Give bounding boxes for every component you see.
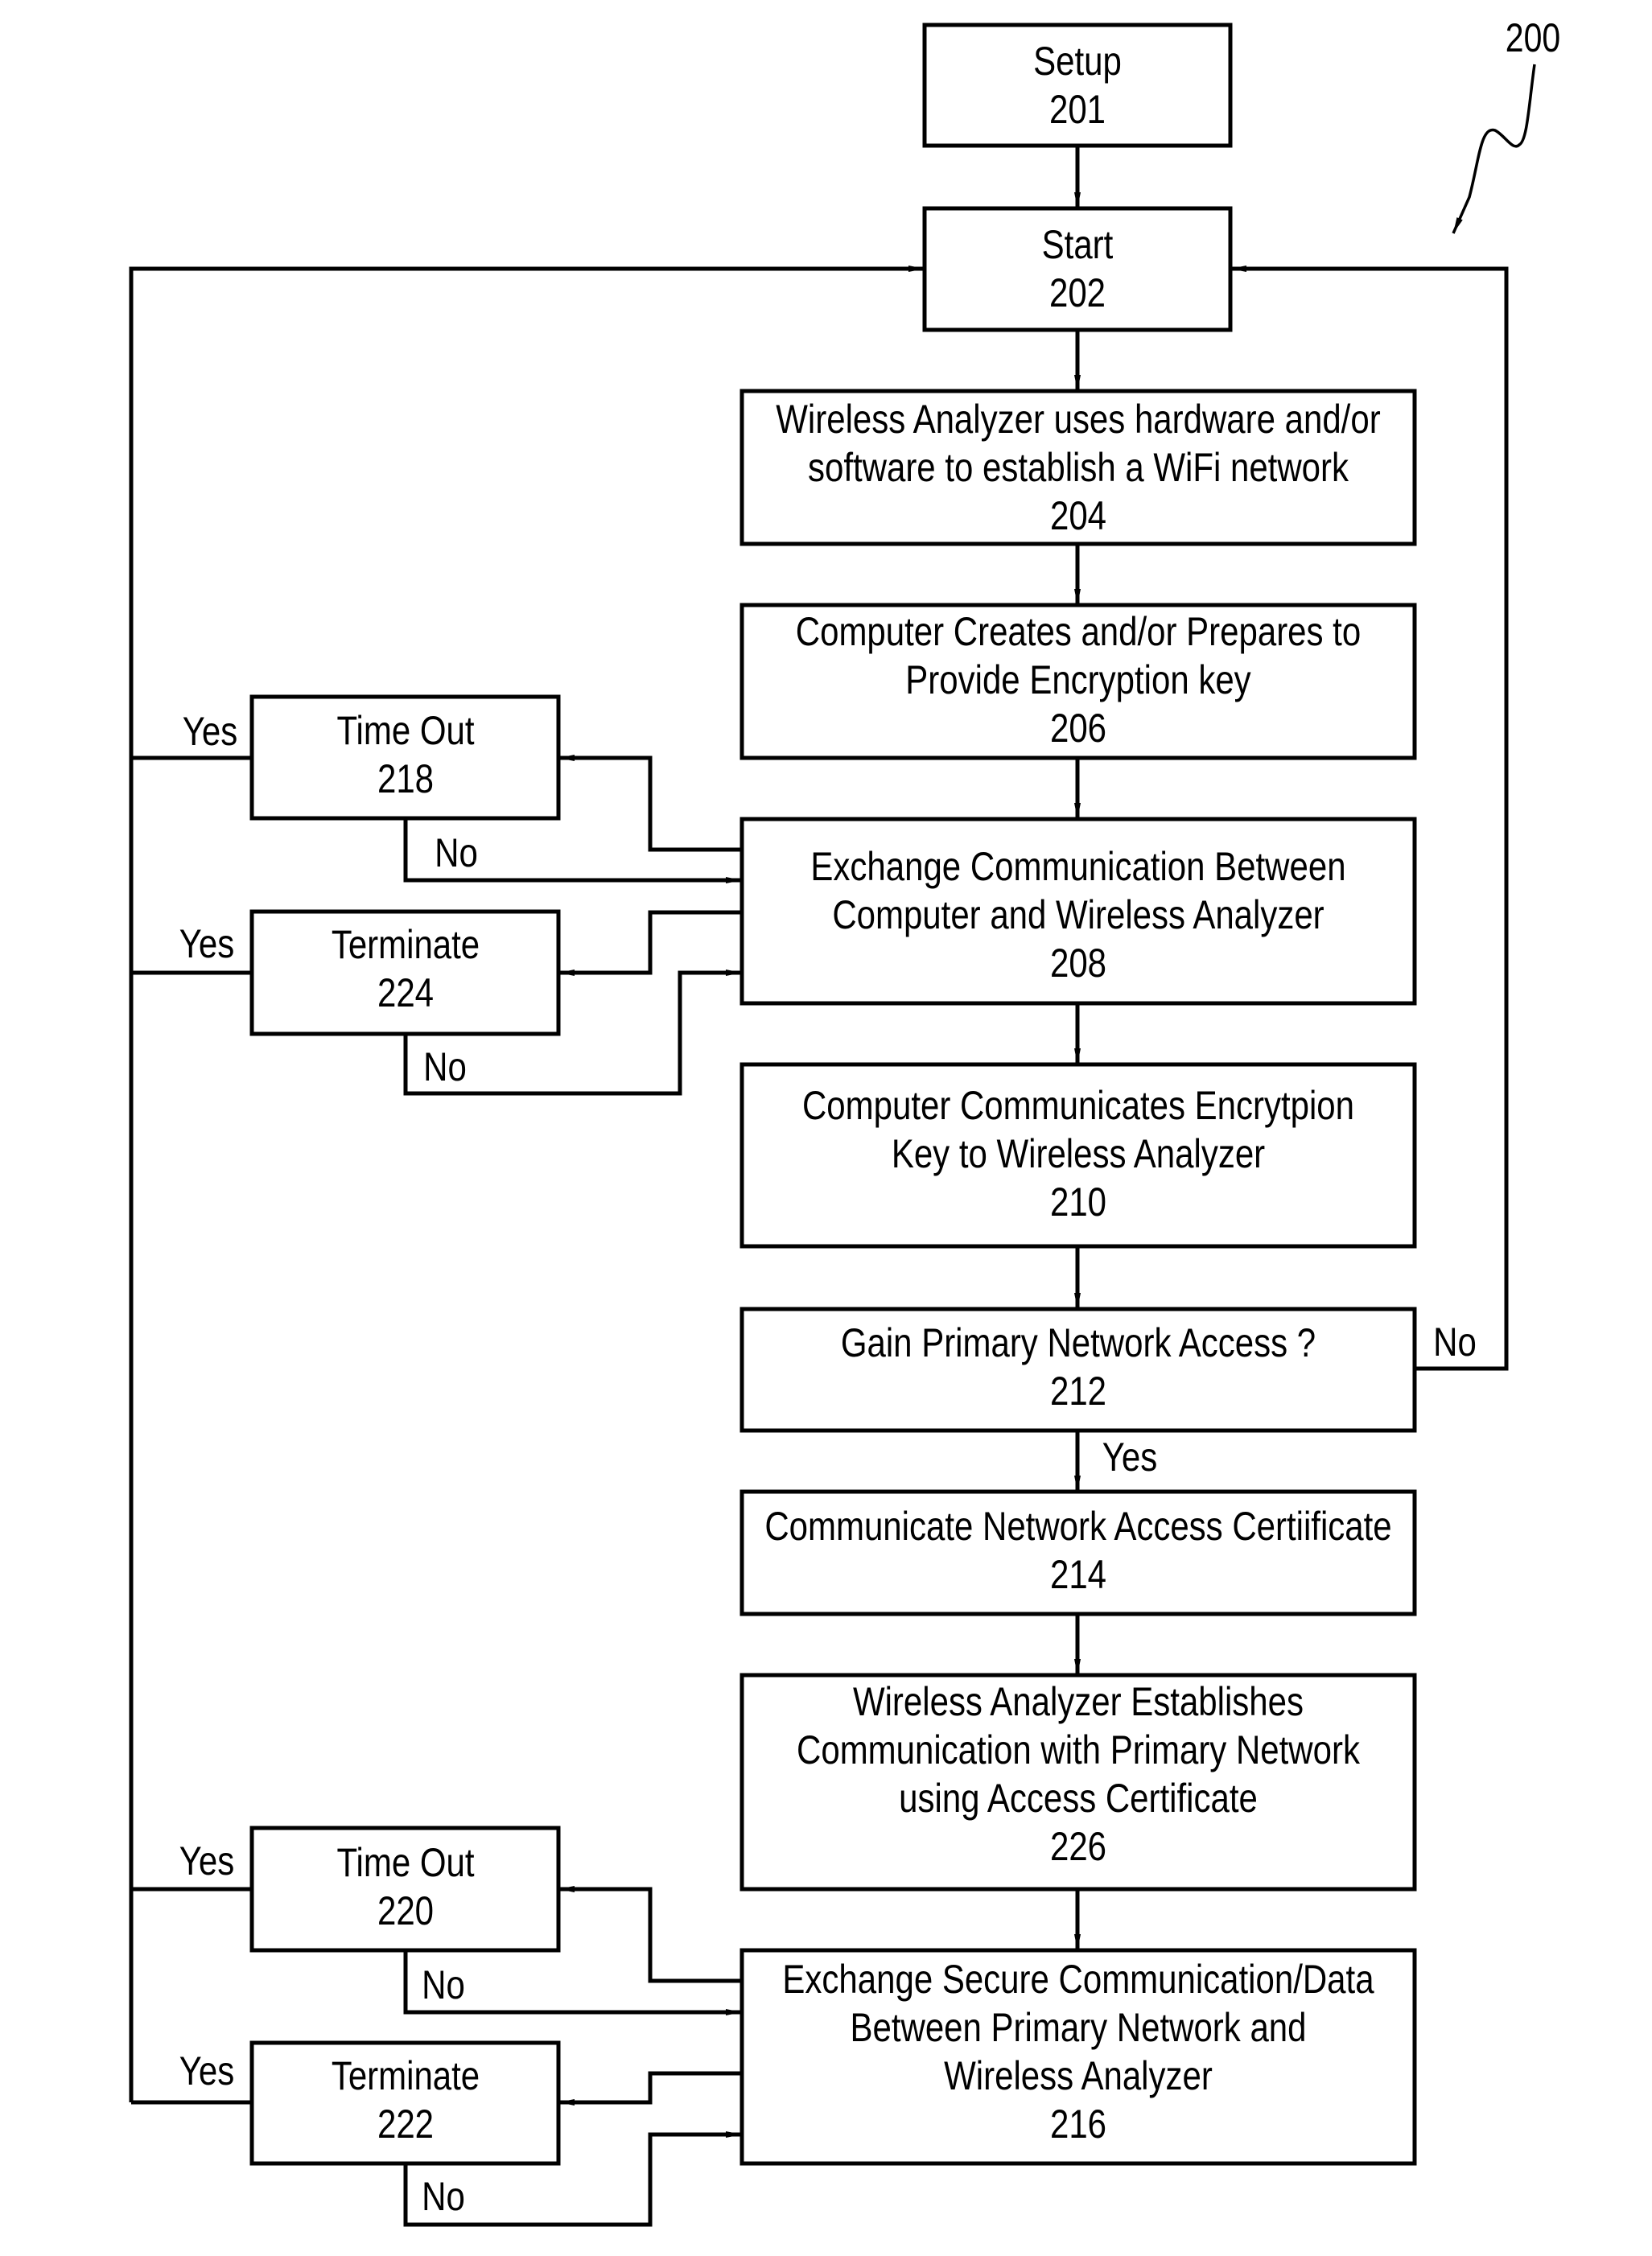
figure-reference-label: 200 [1506, 15, 1560, 60]
node-reference-number: 224 [377, 970, 434, 1015]
node-label-line: Provide Encryption key [905, 657, 1250, 702]
node-setup-201[interactable]: Setup201 [922, 23, 1233, 148]
arrow-216-to-222 [558, 2071, 742, 2106]
node-label-line: Setup [1033, 39, 1122, 84]
node-label-line: Time Out [336, 708, 474, 753]
node-time-out-220[interactable]: Time Out220 [249, 1826, 561, 1953]
node-label-line: Computer Creates and/or Prepares to [796, 609, 1361, 654]
node-exchange-secure-216[interactable]: Exchange Secure Communication/DataBetwee… [739, 1948, 1417, 2166]
node-label-line: Terminate [332, 2053, 480, 2098]
node-label-line: software to establish a WiFi network [808, 445, 1349, 490]
node-reference-number: 210 [1050, 1179, 1106, 1225]
edge-label-no-224: No [423, 1044, 467, 1089]
node-reference-number: 216 [1050, 2102, 1106, 2147]
node-communicate-certificate-214[interactable]: Communicate Network Access Certiificate2… [739, 1489, 1417, 1616]
node-communicate-key-210[interactable]: Computer Communicates EncrytpionKey to W… [739, 1062, 1417, 1249]
node-reference-number: 222 [377, 2102, 434, 2147]
node-label-line: Wireless Analyzer [944, 2053, 1213, 2098]
edge-label-yes-220: Yes [179, 1838, 234, 1883]
reference-leader-squiggle [1452, 64, 1536, 234]
node-reference-number: 206 [1050, 706, 1106, 751]
node-reference-number: 214 [1050, 1552, 1106, 1597]
arrow-208-to-218 [558, 755, 742, 852]
edge-label-no-222: No [422, 2174, 465, 2219]
node-label-line: Wireless Analyzer Establishes [853, 1679, 1304, 1724]
node-reference-number: 218 [377, 756, 434, 801]
node-label-line: Exchange Secure Communication/Data [782, 1957, 1374, 2002]
node-establish-primary-226[interactable]: Wireless Analyzer EstablishesCommunicati… [739, 1673, 1417, 1892]
flowchart-200: 200 Setup201 Start202 Wireless Analyzer … [129, 15, 1560, 2227]
arrow-216-to-220 [558, 1886, 742, 1983]
edge-label-yes-224: Yes [179, 921, 234, 966]
node-start-202[interactable]: Start202 [922, 206, 1233, 332]
node-gain-access-decision-212[interactable]: Gain Primary Network Access ?212 [739, 1307, 1417, 1433]
node-label-line: Computer and Wireless Analyzer [832, 892, 1324, 937]
node-establish-wifi-204[interactable]: Wireless Analyzer uses hardware and/orso… [739, 389, 1417, 546]
node-label-line: Time Out [336, 1840, 474, 1885]
node-label-line: Exchange Communication Between [810, 844, 1345, 889]
node-label-line: Communication with Primary Network [797, 1727, 1361, 1772]
edge-label-yes-218: Yes [183, 709, 237, 754]
node-label-line: Wireless Analyzer uses hardware and/or [776, 397, 1380, 442]
node-prepare-key-206[interactable]: Computer Creates and/or Prepares toProvi… [739, 603, 1417, 760]
node-label-line: Terminate [332, 922, 480, 967]
edge-label-yes-222: Yes [179, 2048, 234, 2093]
node-label-line: using Access Certificate [899, 1776, 1258, 1821]
node-label-line: Start [1042, 222, 1114, 267]
node-reference-number: 208 [1050, 941, 1106, 986]
node-reference-number: 220 [377, 1888, 434, 1933]
edge-label-yes-212: Yes [1102, 1435, 1157, 1480]
node-label-line: Computer Communicates Encrytpion [802, 1083, 1354, 1128]
node-label-line: Communicate Network Access Certiificate [764, 1504, 1391, 1549]
node-reference-number: 201 [1049, 87, 1106, 132]
arrow-208-to-224 [558, 910, 742, 976]
node-label-line: Between Primary Network and [850, 2005, 1306, 2050]
node-terminate-224[interactable]: Terminate224 [249, 909, 561, 1036]
edge-label-no-218: No [435, 830, 478, 875]
edge-label-no-220: No [422, 1962, 465, 2007]
edge-label-no-212: No [1433, 1319, 1477, 1365]
node-label-line: Gain Primary Network Access ? [841, 1320, 1316, 1365]
node-reference-number: 202 [1049, 270, 1106, 315]
node-exchange-communication-208[interactable]: Exchange Communication BetweenComputer a… [739, 817, 1417, 1006]
node-reference-number: 212 [1050, 1369, 1106, 1414]
node-reference-number: 204 [1050, 493, 1106, 538]
node-label-line: Key to Wireless Analyzer [892, 1131, 1265, 1176]
node-time-out-218[interactable]: Time Out218 [249, 694, 561, 821]
node-reference-number: 226 [1050, 1824, 1106, 1869]
node-terminate-222[interactable]: Terminate222 [249, 2040, 561, 2166]
